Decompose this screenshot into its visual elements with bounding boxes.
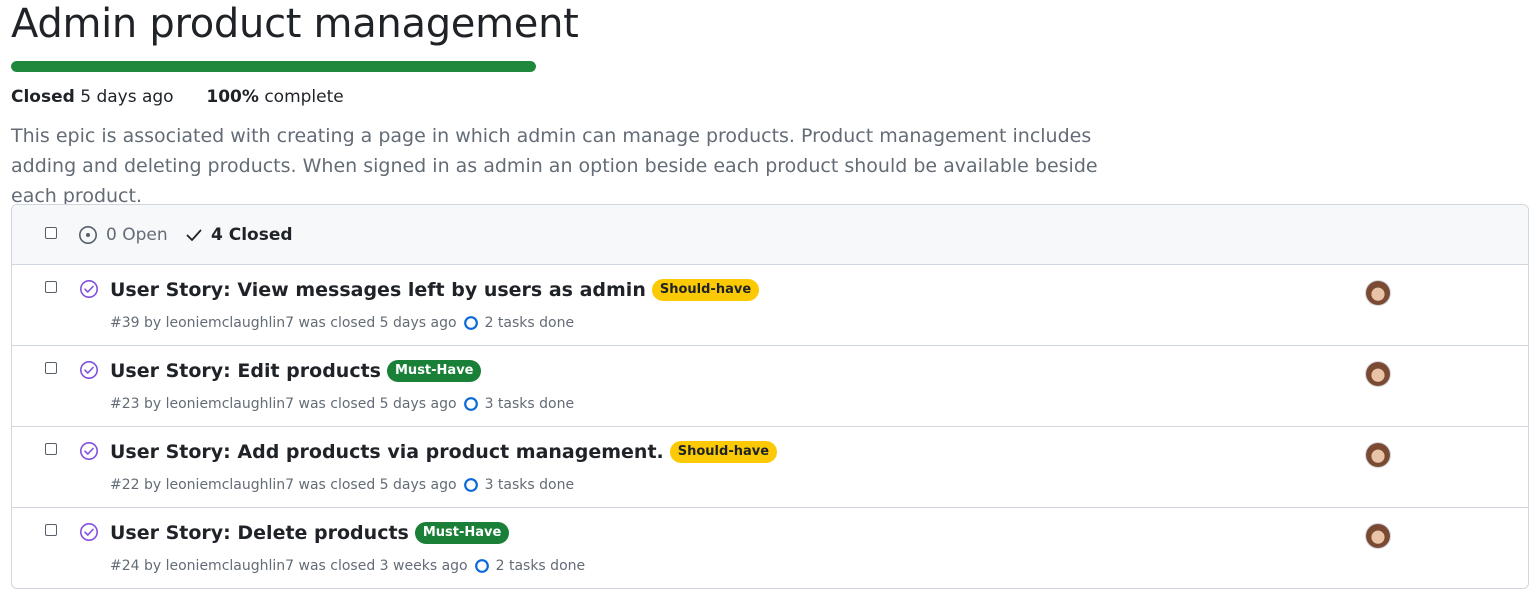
tasks-done: 2 tasks done	[495, 558, 586, 574]
tasks-done: 3 tasks done	[484, 477, 575, 493]
avatar[interactable]	[1366, 524, 1390, 548]
priority-label[interactable]: Should-have	[669, 441, 778, 463]
issue-open-icon	[79, 226, 97, 244]
percent-suffix: complete	[264, 87, 344, 107]
issue-meta-text: #23 by leoniemclaughlin7 was closed 5 da…	[110, 396, 457, 412]
priority-label[interactable]: Must-Have	[414, 522, 510, 544]
issue-meta-text: #24 by leoniemclaughlin7 was closed 3 we…	[110, 558, 468, 574]
open-count: 0 Open	[106, 225, 168, 245]
issue-meta: #24 by leoniemclaughlin7 was closed 3 we…	[110, 558, 585, 574]
progress-bar-fill	[11, 61, 536, 72]
issue-title-link[interactable]: User Story: Add products via product man…	[110, 441, 664, 463]
issue-closed-icon	[80, 280, 98, 298]
milestone-title: Admin product management	[11, 1, 579, 47]
issue-checkbox[interactable]	[45, 443, 57, 455]
open-filter[interactable]: 0 Open	[78, 225, 168, 245]
issue-closed-icon	[80, 442, 98, 460]
issue-checkbox[interactable]	[45, 281, 57, 293]
issue-closed-icon	[80, 361, 98, 379]
priority-label[interactable]: Must-Have	[387, 360, 482, 382]
issue-list-header: 0 Open 4 Closed	[12, 205, 1528, 265]
task-progress-icon	[463, 397, 478, 411]
check-icon	[186, 229, 202, 241]
issue-row[interactable]: User Story: View messages left by users …	[12, 265, 1528, 346]
issue-checkbox[interactable]	[45, 362, 57, 374]
issue-row[interactable]: User Story: Edit products Must-Have #23 …	[12, 346, 1528, 427]
issue-meta: #39 by leoniemclaughlin7 was closed 5 da…	[110, 315, 574, 331]
issue-closed-icon	[80, 523, 98, 541]
issue-checkbox[interactable]	[45, 524, 57, 536]
avatar[interactable]	[1366, 443, 1390, 467]
closed-filter[interactable]: 4 Closed	[185, 225, 293, 245]
issue-row[interactable]: User Story: Add products via product man…	[12, 427, 1528, 508]
closed-time: 5 days ago	[80, 87, 174, 107]
issue-meta-text: #39 by leoniemclaughlin7 was closed 5 da…	[110, 315, 457, 331]
task-progress-icon	[474, 559, 489, 573]
percent-value: 100%	[206, 87, 259, 107]
tasks-done: 3 tasks done	[484, 396, 575, 412]
avatar[interactable]	[1366, 281, 1390, 305]
issue-title-link[interactable]: User Story: Edit products	[110, 360, 381, 382]
closed-count: 4 Closed	[211, 225, 293, 245]
milestone-description: This epic is associated with creating a …	[11, 125, 1098, 207]
avatar[interactable]	[1366, 362, 1390, 386]
task-progress-icon	[463, 478, 478, 492]
status-label: Closed	[11, 87, 75, 107]
milestone-meta: Closed 5 days ago 100% complete	[11, 87, 344, 107]
issue-list: 0 Open 4 Closed User Story: View message…	[11, 204, 1529, 589]
tasks-done: 2 tasks done	[484, 315, 575, 331]
issue-meta-text: #22 by leoniemclaughlin7 was closed 5 da…	[110, 477, 457, 493]
priority-label[interactable]: Should-have	[651, 279, 760, 301]
select-all-checkbox[interactable]	[45, 227, 57, 239]
task-progress-icon	[463, 316, 478, 330]
issue-title-link[interactable]: User Story: View messages left by users …	[110, 279, 646, 301]
issue-meta: #23 by leoniemclaughlin7 was closed 5 da…	[110, 396, 574, 412]
issue-row[interactable]: User Story: Delete products Must-Have #2…	[12, 508, 1528, 588]
progress-bar	[11, 61, 536, 72]
issue-meta: #22 by leoniemclaughlin7 was closed 5 da…	[110, 477, 574, 493]
issue-title-link[interactable]: User Story: Delete products	[110, 522, 409, 544]
